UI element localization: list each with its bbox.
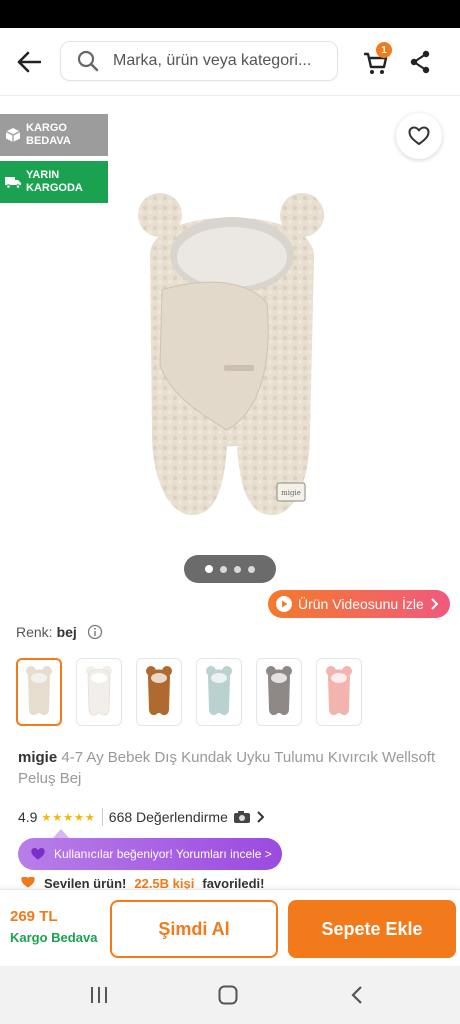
free-shipping-text: KARGO BEDAVA (26, 122, 71, 147)
next-day-badge: YARIN KARGODA (0, 161, 108, 203)
product-name: 4-7 Ay Bebek Dış Kundak Uyku Tulumu Kıvı… (18, 749, 436, 787)
home-icon (218, 985, 238, 1005)
next-day-text: YARIN KARGODA (26, 169, 83, 194)
heart-icon (31, 848, 45, 860)
buy-now-button[interactable]: Şimdi Al (110, 900, 278, 958)
top-bar: Marka, ürün veya kategori... 1 (0, 28, 460, 96)
favorites-prefix: Sevilen ürün! (44, 877, 127, 889)
chevron-left-icon (351, 986, 362, 1004)
search-input[interactable]: Marka, ürün veya kategori... (60, 41, 338, 81)
color-variants (16, 658, 362, 726)
heart-icon (408, 126, 430, 145)
product-image: migie (138, 193, 324, 515)
share-icon (410, 50, 430, 74)
rating-score: 4.9 (18, 809, 38, 825)
price: 269 TL (10, 908, 58, 925)
system-back-button[interactable] (342, 982, 372, 1008)
color-selection-label: Renk: bej (16, 624, 103, 640)
favorites-count: 22.5B kişi (134, 877, 195, 889)
arrow-left-icon (17, 51, 41, 73)
color-label: Renk: (16, 624, 53, 640)
shipping-label: Kargo Bedava (10, 930, 98, 945)
svg-text:migie: migie (281, 489, 301, 497)
watch-video-button[interactable]: Ürün Videosunu İzle (268, 590, 450, 618)
favorites-suffix: favoriledi! (202, 877, 265, 889)
reviews-pill-text: Kullanıcılar beğeniyor! Yorumları incele… (54, 847, 272, 861)
chevron-right-icon (431, 598, 438, 610)
brand-name[interactable]: migie (18, 749, 57, 766)
cart-button[interactable]: 1 (360, 42, 394, 78)
product-title: migie 4-7 Ay Bebek Dış Kundak Uyku Tulum… (18, 747, 438, 789)
info-icon[interactable] (87, 624, 103, 640)
variant-thumb-mint[interactable] (196, 658, 242, 726)
play-icon (276, 596, 292, 612)
gallery-dot (220, 565, 227, 573)
search-icon (77, 50, 99, 72)
home-button[interactable] (213, 982, 243, 1008)
free-shipping-badge: KARGO BEDAVA (0, 114, 108, 156)
product-gallery[interactable]: KARGO BEDAVA YARIN KARGODA migie Ürün Vi… (0, 97, 460, 618)
cart-count-badge: 1 (376, 42, 392, 58)
camera-icon (233, 811, 250, 823)
watch-video-label: Ürün Videosunu İzle (298, 596, 424, 612)
truck-icon (5, 177, 21, 189)
share-button[interactable] (404, 46, 436, 78)
color-value: bej (56, 624, 77, 640)
rating-stars: ★★★★★ (41, 811, 96, 824)
variant-thumb-gri[interactable] (256, 658, 302, 726)
heart-icon (21, 877, 35, 888)
add-to-cart-button[interactable]: Sepete Ekle (288, 900, 456, 958)
system-nav-bar (0, 966, 460, 1024)
reviews-pill[interactable]: Kullanıcılar beğeniyor! Yorumları incele… (18, 838, 282, 870)
gallery-dot (234, 565, 241, 573)
chevron-right-icon (257, 811, 264, 823)
variant-thumb-kahve[interactable] (136, 658, 182, 726)
gallery-dot (205, 565, 213, 573)
variant-thumb-beyaz[interactable] (76, 658, 122, 726)
rating-row[interactable]: 4.9 ★★★★★ 668 Değerlendirme (18, 808, 264, 826)
purchase-bar: 269 TL Kargo Bedava Şimdi Al Sepete Ekle (0, 889, 460, 966)
search-placeholder: Marka, ürün veya kategori... (113, 52, 312, 69)
review-count: 668 Değerlendirme (108, 809, 228, 825)
gallery-dot (248, 565, 255, 573)
favorites-info: Sevilen ürün! 22.5B kişi favoriledi! (20, 877, 264, 889)
recent-apps-icon (91, 987, 107, 1003)
variant-thumb-bej[interactable] (16, 658, 62, 726)
gallery-dots (184, 555, 276, 583)
box-icon (5, 128, 21, 142)
divider (101, 808, 103, 826)
status-bar (0, 0, 460, 28)
recent-apps-button[interactable] (84, 982, 114, 1008)
variant-thumb-pembe[interactable] (316, 658, 362, 726)
back-button[interactable] (12, 46, 46, 78)
favorite-button[interactable] (396, 113, 442, 159)
